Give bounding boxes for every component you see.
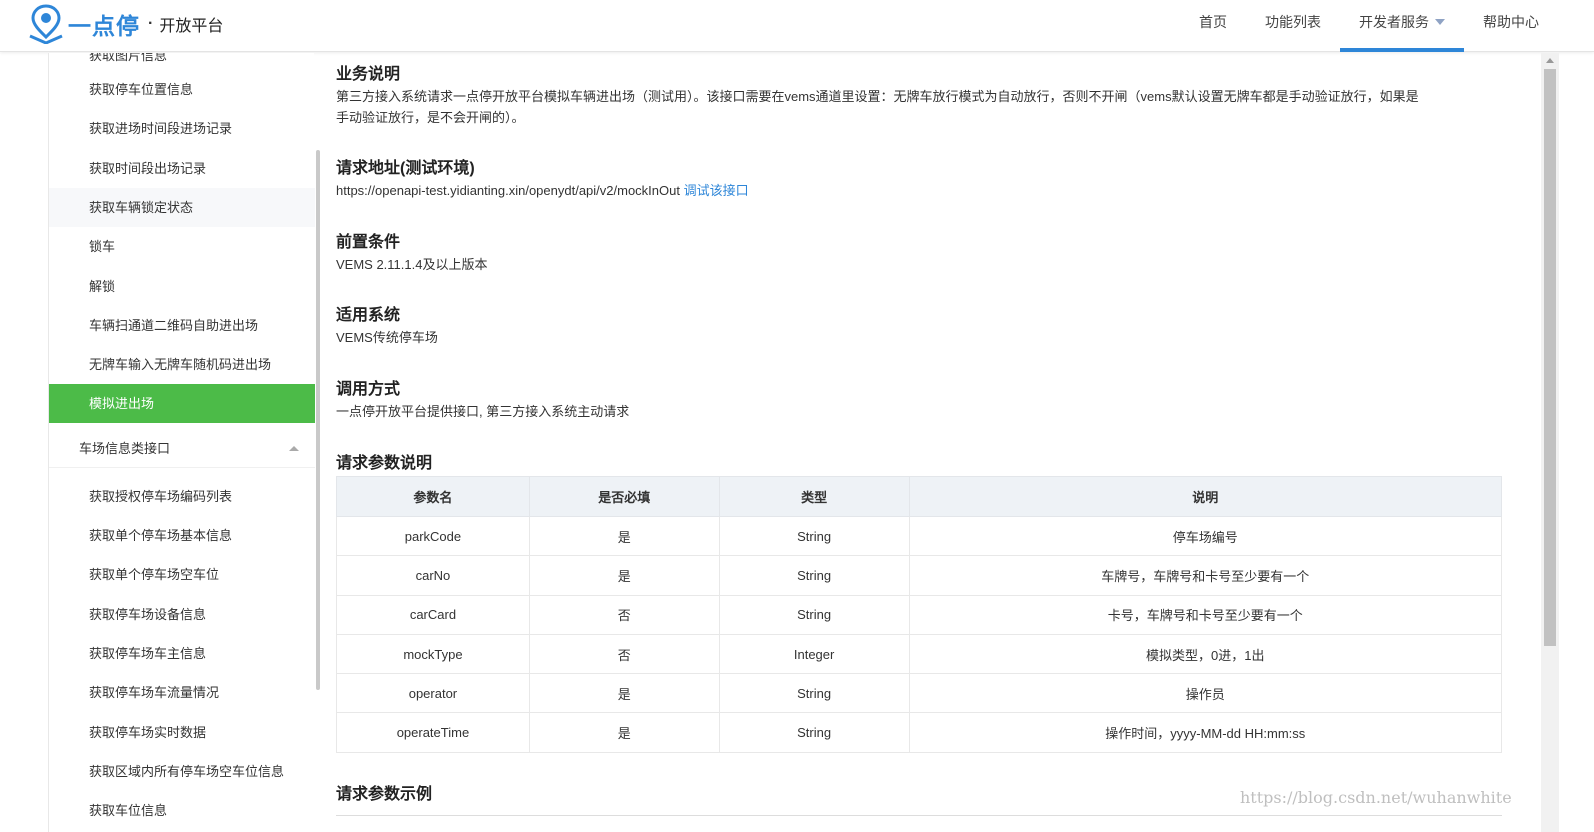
sidebar-container: 获取图片信息 获取停车位置信息 获取进场时间段进场记录 获取时间段出场记录 获取… (0, 53, 322, 832)
request-url: https://openapi-test.yidianting.xin/open… (336, 183, 680, 198)
sidebar-item[interactable]: 获取车辆锁定状态 (49, 188, 315, 227)
params-table: 参数名 是否必填 类型 说明 parkCode 是 String 停车场编号 c… (336, 476, 1503, 753)
sidebar-item[interactable]: 获取时间段出场记录 (49, 149, 315, 188)
table-cell: 否 (528, 594, 720, 635)
nav-developer-services[interactable]: 开发者服务 (1340, 0, 1464, 52)
table-cell: String (718, 555, 910, 596)
precondition-text: VEMS 2.11.1.4及以上版本 (336, 257, 488, 272)
scrollbar-thumb[interactable] (1544, 69, 1556, 646)
section-title-business: 业务说明 (336, 66, 401, 83)
brand-separator: · (148, 15, 154, 32)
section-title-example: 请求参数示例 (336, 786, 433, 803)
sidebar-group-label: 车场信息类接口 (79, 441, 171, 456)
table-cell: 模拟类型，0进，1出 (908, 633, 1503, 675)
top-header: 一点停 · 开放平台 首页 功能列表 开发者服务 帮助中心 (0, 0, 1594, 52)
column-header: 说明 (908, 476, 1503, 517)
table-cell: parkCode (336, 515, 530, 557)
sidebar-item[interactable]: 获取车位信息 (49, 791, 315, 830)
table-cell: 车牌号，车牌号和卡号至少要有一个 (908, 555, 1503, 596)
location-pin-icon (29, 4, 63, 44)
table-cell: carNo (336, 555, 530, 596)
nav-home[interactable]: 首页 (1180, 0, 1246, 52)
request-url-line: https://openapi-test.yidianting.xin/open… (336, 180, 749, 201)
table-cell: String (718, 594, 910, 635)
sidebar-scrollbar[interactable] (316, 150, 320, 690)
scroll-up-arrow-icon[interactable] (1546, 58, 1554, 63)
table-cell: 停车场编号 (908, 515, 1503, 557)
page-scrollbar[interactable] (1541, 53, 1559, 832)
main-content: 业务说明 第三方接入系统请求一点停开放平台模拟车辆进出场（测试用）。该接口需要在… (336, 53, 1506, 832)
table-cell: 否 (528, 633, 720, 675)
sidebar-item[interactable]: 获取停车场设备信息 (49, 595, 315, 634)
section-title-system: 适用系统 (336, 307, 401, 324)
table-cell: String (718, 712, 910, 753)
section-title-params: 请求参数说明 (336, 455, 433, 472)
table-cell: operateTime (336, 712, 530, 753)
business-description-line1: 第三方接入系统请求一点停开放平台模拟车辆进出场（测试用）。该接口需要在vems通… (336, 89, 1419, 104)
system-text: VEMS传统停车场 (336, 330, 438, 345)
table-row: mockType 否 Integer 模拟类型，0进，1出 (336, 633, 1503, 675)
table-cell: operator (336, 673, 530, 714)
table-row: carNo 是 String 车牌号，车牌号和卡号至少要有一个 (336, 555, 1503, 596)
table-cell: String (718, 673, 910, 714)
column-header: 类型 (718, 476, 910, 517)
sidebar-item[interactable]: 获取停车位置信息 (49, 70, 315, 109)
table-cell: 是 (528, 515, 720, 557)
section-title-call-method: 调用方式 (336, 381, 401, 398)
sidebar-item[interactable]: 获取停车场车流量情况 (49, 673, 315, 712)
table-header-row: 参数名 是否必填 类型 说明 (336, 476, 1503, 517)
sidebar-item[interactable]: 获取停车场实时数据 (49, 713, 315, 752)
table-cell: Integer (718, 633, 910, 675)
sidebar-item-active[interactable]: 模拟进出场 (49, 384, 315, 423)
table-cell: 是 (528, 712, 720, 753)
table-cell: String (718, 515, 910, 557)
sidebar-item[interactable]: 获取授权停车场编码列表 (49, 477, 315, 516)
sidebar-item[interactable]: 获取停车场车主信息 (49, 634, 315, 673)
sidebar-item[interactable]: 获取单个停车场基本信息 (49, 516, 315, 555)
table-cell: 卡号，车牌号和卡号至少要有一个 (908, 594, 1503, 635)
nav-developer-services-label: 开发者服务 (1359, 14, 1429, 30)
table-cell: carCard (336, 594, 530, 635)
brand-name: 一点停 (68, 13, 140, 39)
chevron-down-icon (1435, 19, 1445, 25)
column-header: 是否必填 (528, 476, 720, 517)
logo[interactable]: 一点停 · 开放平台 (28, 4, 223, 44)
divider (336, 815, 1502, 816)
nav-home-label: 首页 (1199, 14, 1227, 30)
nav-features-label: 功能列表 (1265, 14, 1321, 30)
sidebar-item[interactable]: 无牌车输入无牌车随机码进出场 (49, 345, 315, 384)
call-method-text: 一点停开放平台提供接口, 第三方接入系统主动请求 (336, 404, 630, 419)
table-row: operateTime 是 String 操作时间，yyyy-MM-dd HH:… (336, 712, 1503, 753)
watermark: https://blog.csdn.net/wuhanwhite (1240, 788, 1512, 807)
sidebar-group-header[interactable]: 车场信息类接口 (49, 429, 315, 468)
sidebar: 获取图片信息 获取停车位置信息 获取进场时间段进场记录 获取时间段出场记录 获取… (48, 53, 315, 832)
table-cell: 是 (528, 673, 720, 714)
sidebar-item[interactable]: 获取单个停车场空车位 (49, 555, 315, 594)
sidebar-item[interactable]: 解锁 (49, 267, 315, 306)
sidebar-item[interactable]: 获取进场时间段进场记录 (49, 109, 315, 148)
nav-help-center-label: 帮助中心 (1483, 14, 1539, 30)
table-cell: 是 (528, 555, 720, 596)
debug-api-link[interactable]: 调试该接口 (684, 183, 749, 198)
business-description-line2: 手动验证放行，是不会开闸的）。 (336, 110, 525, 125)
sidebar-item[interactable]: 获取区域内所有停车场空车位信息 (49, 752, 315, 791)
section-title-url: 请求地址(测试环境) (336, 160, 475, 177)
nav-features[interactable]: 功能列表 (1246, 0, 1340, 52)
chevron-up-icon (289, 446, 299, 451)
nav-help-center[interactable]: 帮助中心 (1464, 0, 1558, 52)
sidebar-item[interactable]: 锁车 (49, 227, 315, 266)
section-title-precondition: 前置条件 (336, 234, 401, 251)
table-row: operator 是 String 操作员 (336, 673, 1503, 714)
table-row: carCard 否 String 卡号，车牌号和卡号至少要有一个 (336, 594, 1503, 635)
brand-subtitle: 开放平台 (159, 18, 224, 35)
table-cell: 操作员 (908, 673, 1503, 714)
column-header: 参数名 (336, 476, 530, 517)
table-row: parkCode 是 String 停车场编号 (336, 515, 1503, 557)
main-nav: 首页 功能列表 开发者服务 帮助中心 (1180, 0, 1558, 52)
sidebar-item[interactable]: 车辆扫通道二维码自助进出场 (49, 306, 315, 345)
table-cell: mockType (336, 633, 530, 675)
table-cell: 操作时间，yyyy-MM-dd HH:mm:ss (908, 712, 1503, 753)
